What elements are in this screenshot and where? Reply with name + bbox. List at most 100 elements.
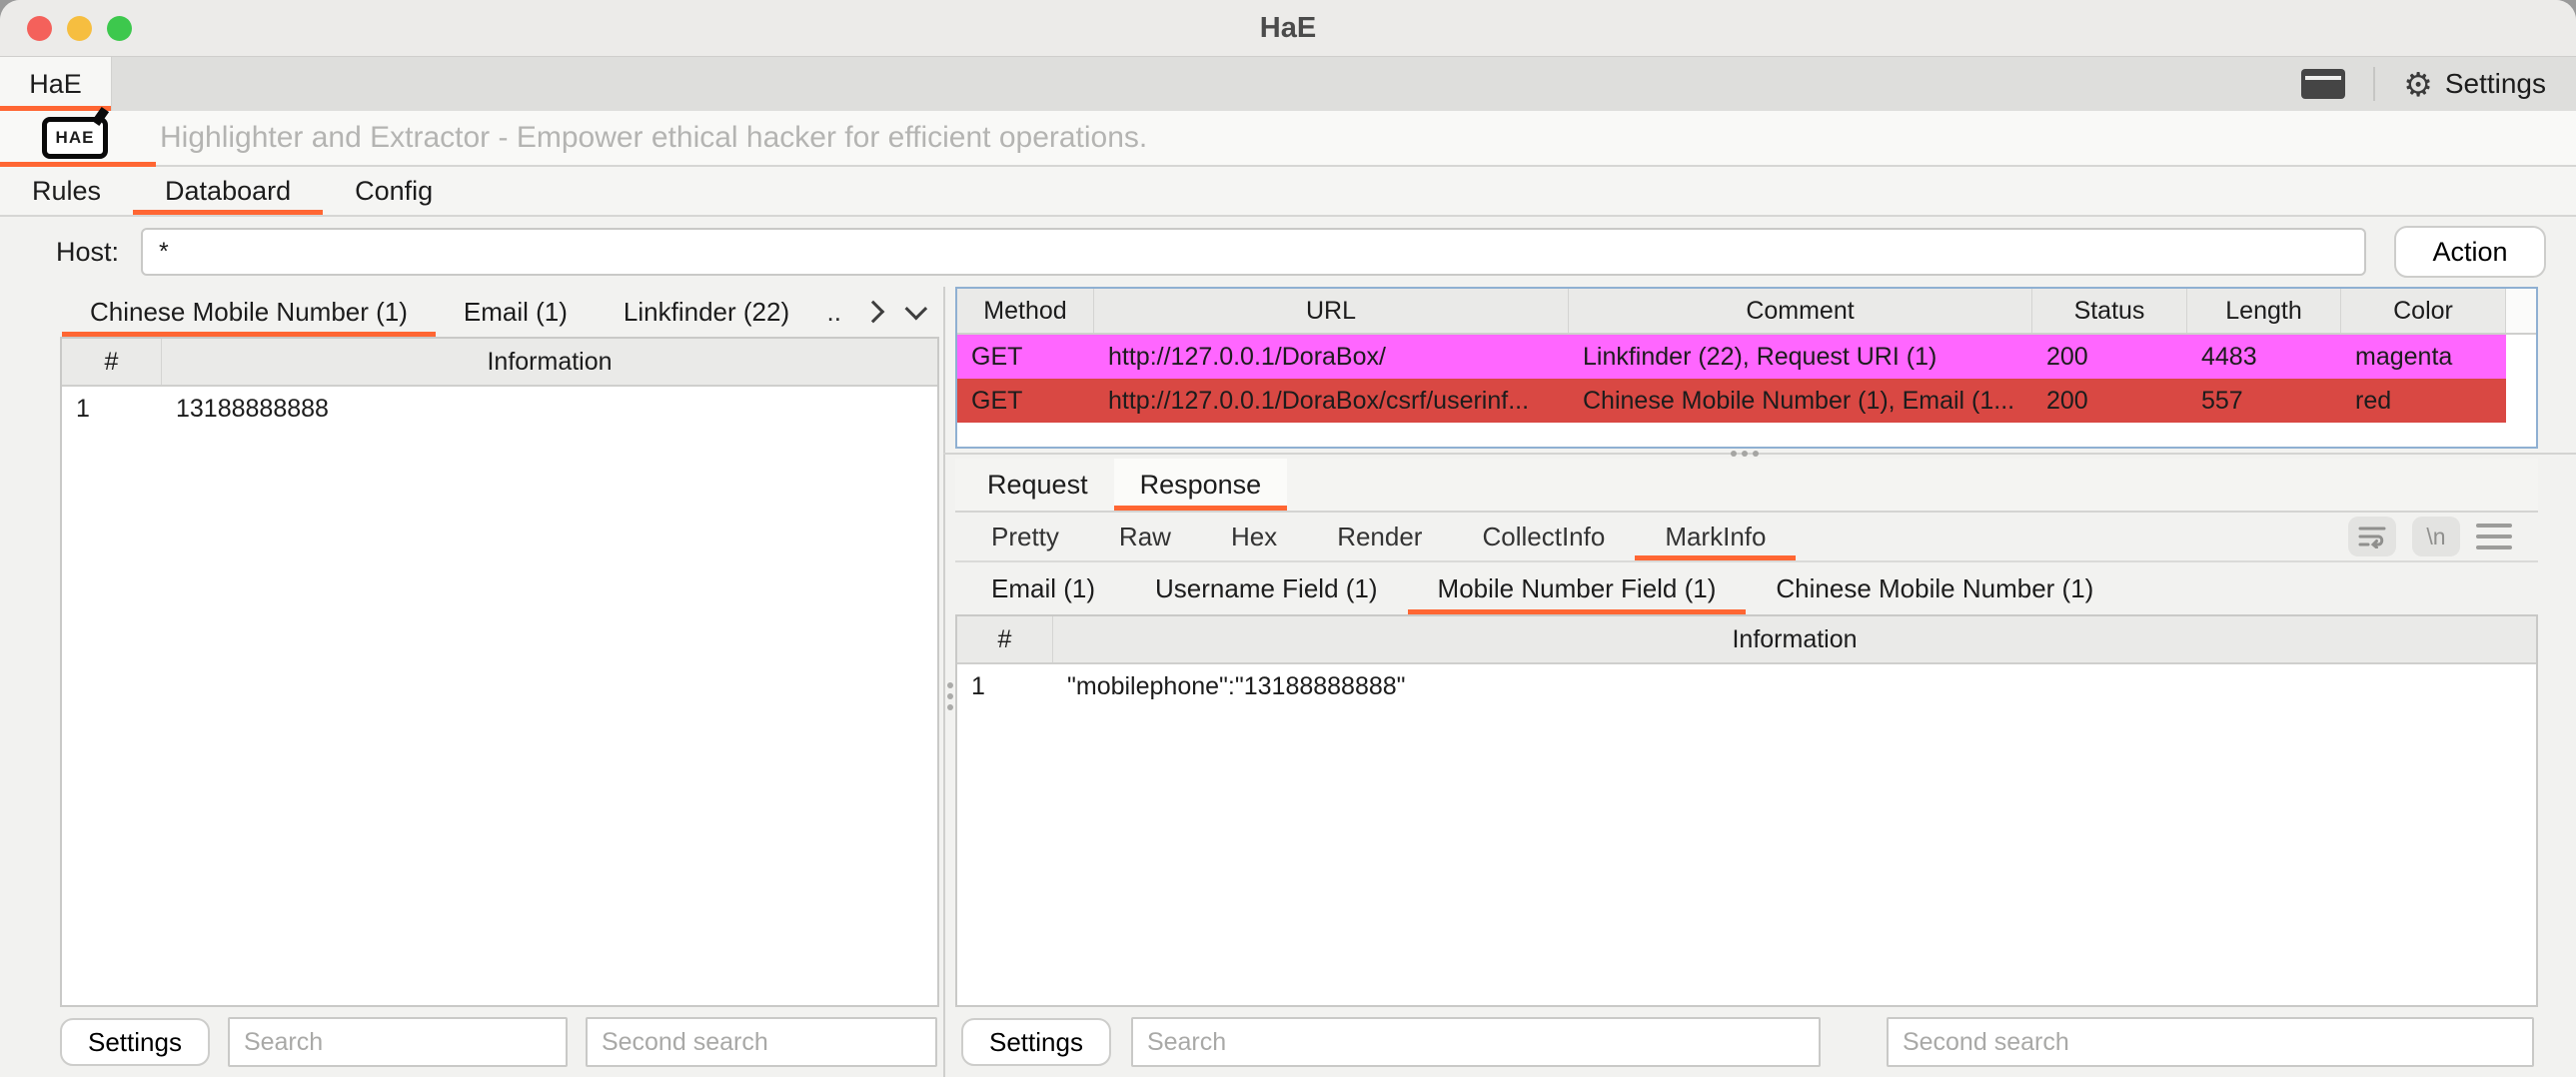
request-list-table: Method URL Comment Status Length Color G… [955,287,2538,449]
tab-label: Email (1) [464,297,568,328]
menu-icon[interactable] [2476,524,2512,549]
zoom-window-button[interactable] [107,16,132,41]
settings-button[interactable]: ⚙ Settings [2403,68,2546,101]
host-input[interactable] [141,228,2366,276]
left-search-input[interactable] [228,1017,568,1067]
active-tab-underline [62,332,436,337]
splitter-grip-dots [1731,451,1737,457]
column-header-comment[interactable]: Comment [1569,289,2032,333]
tab-hex[interactable]: Hex [1201,513,1307,560]
column-header-color[interactable]: Color [2341,289,2506,333]
markinfo-tabs: Email (1) Username Field (1) Mobile Numb… [955,562,2538,614]
tab-markinfo[interactable]: MarkInfo [1635,513,1796,560]
tab-label: Request [987,470,1088,501]
active-tab-underline [133,210,323,215]
tab-hae[interactable]: HaE [0,57,112,111]
settings-button-label: Settings [2445,68,2546,100]
tab-mark-username-field[interactable]: Username Field (1) [1125,562,1408,614]
cell-status: 200 [2032,387,2187,416]
cell-method: GET [957,343,1094,372]
column-header-method[interactable]: Method [957,289,1094,333]
tab-mark-mobile-number-field[interactable]: Mobile Number Field (1) [1408,562,1747,614]
tab-label: Mobile Number Field (1) [1438,573,1717,604]
tab-render[interactable]: Render [1307,513,1452,560]
tab-label: Render [1337,522,1422,552]
tab-rules[interactable]: Rules [0,167,133,215]
extension-banner: HAE Highlighter and Extractor - Empower … [0,111,2576,167]
panel-splitter-vertical[interactable] [943,287,955,1077]
toolbar-divider [2373,67,2375,101]
left-panel-controls: Settings [0,1007,943,1077]
tab-pretty[interactable]: Pretty [961,513,1089,560]
chevron-down-icon[interactable] [905,298,928,321]
tab-request[interactable]: Request [961,459,1114,511]
request-row-red[interactable]: GET http://127.0.0.1/DoraBox/csrf/userin… [957,379,2536,423]
cell-color: red [2341,387,2506,416]
tab-mark-chinese-mobile-number[interactable]: Chinese Mobile Number (1) [1746,562,2123,614]
column-header-information[interactable]: Information [1053,616,2536,662]
tab-response[interactable]: Response [1114,459,1288,511]
cell-num: 1 [62,395,162,424]
tab-more[interactable]: .. [827,297,841,328]
active-tab-underline [1114,506,1288,511]
row-scrollbar-gutter [2506,335,2536,379]
databoard-left-panel: Chinese Mobile Number (1) Email (1) Link… [0,287,943,1077]
app-window: HaE HaE ⚙ Settings HAE Highlighter and E… [0,0,2576,1077]
minimize-window-button[interactable] [67,16,92,41]
left-second-search-input[interactable] [586,1017,937,1067]
column-header-information[interactable]: Information [162,339,937,385]
tab-mark-email[interactable]: Email (1) [961,562,1125,614]
close-window-button[interactable] [27,16,52,41]
section-tabs: Rules Databoard Config [0,167,2576,217]
tab-raw[interactable]: Raw [1089,513,1201,560]
tab-label: Pretty [991,522,1059,552]
message-tabs: Request Response [955,459,2538,513]
right-search-input[interactable] [1131,1017,1821,1067]
tab-overflow-controls: .. [827,287,943,337]
table-header: Method URL Comment Status Length Color [957,289,2536,335]
tab-collectinfo[interactable]: CollectInfo [1452,513,1635,560]
column-header-status[interactable]: Status [2032,289,2187,333]
word-wrap-icon[interactable] [2348,517,2396,556]
cell-comment: Linkfinder (22), Request URI (1) [1569,343,2032,372]
table-header: # Information [62,339,937,387]
table-row[interactable]: 1 13188888888 [62,387,937,431]
tab-label: CollectInfo [1482,522,1605,552]
cell-url: http://127.0.0.1/DoraBox/ [1094,343,1569,372]
header-scrollbar-gutter [2506,289,2536,333]
column-header-length[interactable]: Length [2187,289,2341,333]
column-header-num[interactable]: # [62,339,162,385]
cell-color: magenta [2341,343,2506,372]
tab-email[interactable]: Email (1) [436,287,596,337]
tab-linkfinder[interactable]: Linkfinder (22) [596,287,817,337]
request-row-magenta[interactable]: GET http://127.0.0.1/DoraBox/ Linkfinder… [957,335,2536,379]
table-row[interactable]: 1 "mobilephone":"13188888888" [957,664,2536,708]
hae-logo-icon: HAE [42,117,108,159]
right-panel-controls: Settings [955,1007,2538,1077]
right-settings-button[interactable]: Settings [961,1018,1111,1066]
tab-chinese-mobile-number[interactable]: Chinese Mobile Number (1) [62,287,436,337]
panel-splitter-horizontal[interactable] [955,449,2538,459]
right-second-search-input[interactable] [1887,1017,2534,1067]
tab-label: Email (1) [991,573,1095,604]
cell-information: "mobilephone":"13188888888" [1053,672,2536,701]
column-header-num[interactable]: # [957,616,1053,662]
column-header-url[interactable]: URL [1094,289,1569,333]
view-tabs: Pretty Raw Hex Render CollectInfo MarkIn… [955,513,2538,562]
tab-hae-label: HaE [29,69,82,100]
cell-comment: Chinese Mobile Number (1), Email (1... [1569,387,2032,416]
chevron-right-icon[interactable] [862,301,885,324]
left-settings-button[interactable]: Settings [60,1018,210,1066]
tab-databoard[interactable]: Databoard [133,167,323,215]
window-layout-icon[interactable] [2301,69,2345,99]
markinfo-table: # Information 1 "mobilephone":"131888888… [955,614,2538,1007]
action-button[interactable]: Action [2394,226,2546,278]
tab-rules-label: Rules [32,176,101,207]
newline-icon[interactable]: \n [2412,517,2460,556]
tab-databoard-label: Databoard [165,176,291,207]
titlebar: HaE [0,0,2576,57]
tab-label: Username Field (1) [1155,573,1378,604]
tab-config[interactable]: Config [323,167,465,215]
table-header: # Information [957,616,2536,664]
tab-config-label: Config [355,176,433,207]
